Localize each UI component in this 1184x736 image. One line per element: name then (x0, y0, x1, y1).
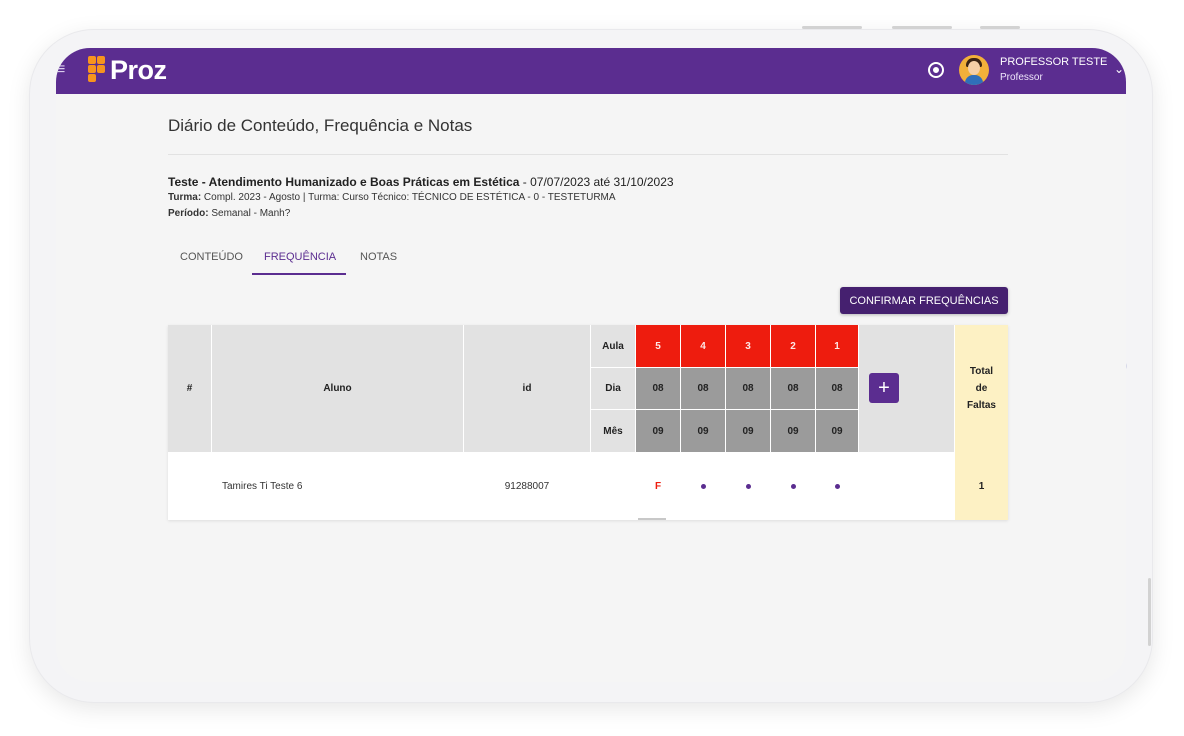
avatar[interactable] (959, 55, 989, 85)
top-bar: ≡ Proz PROFESSOR TESTE Professor ⌄ (56, 48, 1126, 94)
device-side-button (1148, 578, 1151, 646)
tab-notas[interactable]: NOTAS (360, 251, 397, 263)
chevron-down-icon[interactable]: ⌄ (1114, 62, 1124, 76)
session-dia: 08 (771, 368, 815, 409)
session-mes: 09 (681, 410, 725, 452)
menu-icon[interactable]: ≡ (56, 62, 65, 78)
header-total-line: Total (969, 366, 994, 377)
attendance-mark-present[interactable] (771, 452, 815, 520)
page-title: Diário de Conteúdo, Frequência e Notas (168, 116, 473, 135)
device-button (802, 26, 862, 29)
attendance-mark-present[interactable] (816, 452, 858, 520)
present-dot-icon (745, 483, 751, 489)
session-aula[interactable]: 1 (816, 325, 858, 367)
header-mes: Mês (591, 410, 635, 452)
tab-frequencia[interactable]: FREQUÊNCIA (264, 251, 336, 263)
header-student[interactable]: Aluno (212, 325, 463, 452)
turma-value: Compl. 2023 - Agosto | Turma: Curso Técn… (201, 192, 616, 203)
logo-mark-icon (88, 56, 106, 84)
student-name: Tamires Ti Teste 6 (222, 480, 303, 492)
session-aula[interactable]: 3 (726, 325, 770, 367)
periodo-info: Período: Semanal - Manh? (168, 208, 290, 219)
session-mes: 09 (771, 410, 815, 452)
session-dia: 08 (636, 368, 680, 409)
attendance-mark-absent[interactable]: F (636, 452, 680, 520)
session-aula[interactable]: 5 (636, 325, 680, 367)
session-aula[interactable]: 2 (771, 325, 815, 367)
tab-conteudo[interactable]: CONTEÚDO (180, 251, 243, 263)
row-total: 1 (955, 452, 1008, 520)
attendance-table: # Aluno id Aula Dia Mês 5 4 3 2 1 08 08 … (168, 325, 1008, 520)
user-role: Professor (1000, 72, 1043, 83)
active-tab-indicator (252, 273, 346, 275)
bell-icon[interactable] (930, 64, 942, 76)
header-total-line: Faltas (967, 400, 996, 411)
user-name[interactable]: PROFESSOR TESTE (1000, 56, 1107, 68)
session-mes: 09 (816, 410, 858, 452)
turma-label: Turma: (168, 192, 202, 203)
header-total-line: de (975, 383, 988, 394)
brand-name: Proz (110, 54, 167, 85)
session-dia: 08 (681, 368, 725, 409)
session-aula[interactable]: 4 (681, 325, 725, 367)
present-dot-icon (790, 483, 796, 489)
add-session-button[interactable]: + (869, 373, 899, 403)
course-dates: - 07/07/2023 até 31/10/2023 (519, 175, 674, 189)
attendance-mark-present[interactable] (726, 452, 770, 520)
header-index: # (168, 325, 211, 452)
device-button (980, 26, 1020, 29)
confirm-attendance-button[interactable]: CONFIRMAR FREQUÊNCIAS (840, 287, 1008, 314)
periodo-label: Período: (168, 208, 209, 219)
student-id: 91288007 (504, 480, 550, 492)
session-mes: 09 (636, 410, 680, 452)
header-total-faltas: Total de Faltas (955, 325, 1008, 452)
header-dia: Dia (591, 368, 635, 409)
attendance-mark-present[interactable] (681, 452, 725, 520)
present-dot-icon (700, 483, 706, 489)
session-dia: 08 (726, 368, 770, 409)
periodo-value: Semanal - Manh? (208, 208, 291, 219)
divider (168, 154, 1008, 155)
turma-info: Turma: Compl. 2023 - Agosto | Turma: Cur… (168, 192, 616, 203)
session-dia: 08 (816, 368, 858, 409)
header-aula: Aula (591, 325, 635, 367)
header-id[interactable]: id (464, 325, 590, 452)
session-mes: 09 (726, 410, 770, 452)
present-dot-icon (834, 483, 840, 489)
course-header: Teste - Atendimento Humanizado e Boas Pr… (168, 175, 674, 189)
horizontal-scrollbar[interactable] (638, 518, 666, 520)
course-name: Teste - Atendimento Humanizado e Boas Pr… (168, 175, 520, 189)
logo[interactable]: Proz (88, 53, 167, 87)
device-button (892, 26, 952, 29)
app-screen: ≡ Proz PROFESSOR TESTE Professor ⌄ Diári… (56, 48, 1126, 682)
